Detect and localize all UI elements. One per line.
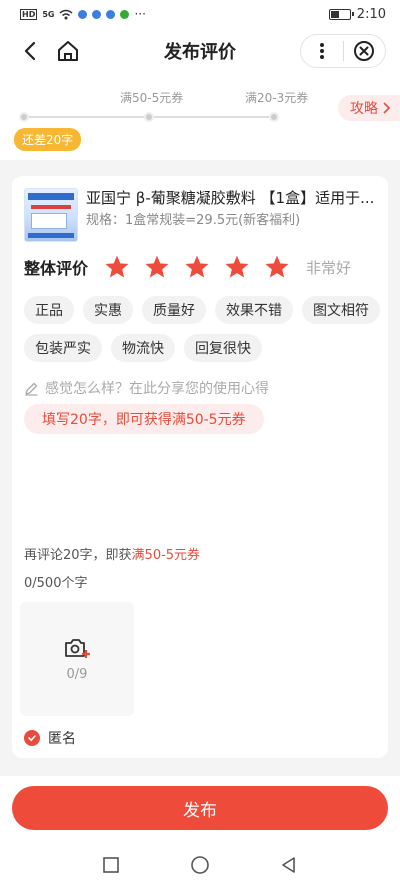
pencil-icon	[25, 382, 38, 396]
product-spec: 规格：1盒常规装=29.5元(新客福利)	[86, 213, 301, 228]
chevron-right-icon	[383, 102, 390, 114]
product-name: 亚国宁 β-葡聚糖凝胶敷料 【1盒】适用于...	[86, 189, 375, 207]
mini-program-capsule	[300, 34, 386, 68]
star-icon[interactable]	[264, 254, 290, 280]
home-circle-icon[interactable]	[190, 855, 210, 875]
milestone-label: 满50-5元券	[120, 91, 184, 105]
tag-chip[interactable]: 包装严实	[24, 334, 102, 362]
check-icon	[24, 730, 40, 746]
quick-tags: 正品 实惠 质量好 效果不错 图文相符包装严实 物流快 回复很快	[24, 296, 380, 362]
tag-chip[interactable]: 回复很快	[184, 334, 262, 362]
gap-badge: 还差20字	[14, 128, 82, 151]
nav-bar: 发布评价	[0, 28, 400, 74]
tag-chip[interactable]: 物流快	[111, 334, 175, 362]
anonymous-label: 匿名	[48, 731, 76, 747]
star-icon[interactable]	[104, 254, 130, 280]
tag-chip[interactable]: 实惠	[83, 296, 133, 324]
notification-icon	[92, 9, 102, 19]
system-nav-bar	[0, 840, 400, 889]
reminder-coupon: 满50-5元券	[131, 548, 201, 563]
clock: 2:10	[356, 6, 386, 22]
star-icon[interactable]	[184, 254, 210, 280]
tag-chip[interactable]: 效果不错	[215, 296, 293, 324]
star-rating	[104, 254, 290, 280]
wifi-icon	[60, 9, 73, 19]
progress-node	[269, 112, 279, 122]
more-notifications: ···	[134, 7, 146, 21]
reminder-text: 再评论20字，即获	[24, 548, 132, 563]
more-vertical-icon	[319, 43, 324, 59]
submit-button[interactable]: 发布	[12, 786, 388, 830]
product-image	[24, 188, 78, 242]
review-placeholder: 感觉怎么样？在此分享您的使用心得	[45, 381, 269, 397]
bottom-bar: 发布	[0, 776, 400, 840]
star-icon[interactable]	[144, 254, 170, 280]
photo-count: 0/9	[66, 666, 88, 682]
battery-icon	[328, 8, 354, 20]
review-input[interactable]: 感觉怎么样？在此分享您的使用心得	[24, 378, 269, 398]
tag-chip[interactable]: 质量好	[142, 296, 206, 324]
rating-verdict: 非常好	[306, 258, 352, 277]
back-icon[interactable]	[18, 38, 44, 64]
tag-chip[interactable]: 正品	[24, 296, 74, 324]
guide-label: 攻略	[350, 101, 378, 117]
product-info: 亚国宁 β-葡聚糖凝胶敷料 【1盒】适用于... 规格：1盒常规装=29.5元(…	[24, 188, 376, 242]
notification-icon	[106, 9, 116, 19]
recent-apps-icon[interactable]	[102, 856, 120, 874]
star-icon[interactable]	[224, 254, 250, 280]
review-card: 亚国宁 β-葡聚糖凝胶敷料 【1盒】适用于... 规格：1盒常规装=29.5元(…	[12, 176, 388, 758]
signal-label: 5G	[42, 9, 55, 19]
guide-button[interactable]: 攻略	[338, 95, 400, 121]
close-circle-icon	[354, 41, 375, 61]
close-button[interactable]	[344, 35, 386, 67]
reward-progress: 满50-5元券 满20-3元券 还差20字 攻略	[0, 74, 400, 160]
rating-label: 整体评价	[24, 259, 89, 278]
milestone-label: 满20-3元券	[245, 91, 309, 105]
anonymous-toggle[interactable]: 匿名	[24, 728, 76, 748]
progress-node	[144, 112, 154, 122]
reward-reminder: 再评论20字，即获满50-5元券	[24, 544, 200, 563]
tag-chip[interactable]: 图文相符	[302, 296, 380, 324]
status-bar: HD 5G ··· 2:10	[0, 0, 400, 28]
more-button[interactable]	[301, 35, 343, 67]
photo-upload-button[interactable]: 0/9	[20, 602, 134, 716]
back-triangle-icon[interactable]	[280, 856, 298, 874]
progress-node	[19, 112, 29, 122]
hd-indicator: HD	[20, 8, 38, 20]
notification-icon	[78, 9, 88, 19]
reward-hint: 填写20字，即可获得满50-5元券	[24, 404, 264, 434]
home-icon[interactable]	[54, 37, 82, 65]
notification-icon	[120, 9, 130, 19]
char-counter: 0/500个字	[24, 576, 88, 591]
camera-add-icon	[65, 638, 90, 658]
overall-rating: 整体评价 非常好	[24, 252, 351, 282]
